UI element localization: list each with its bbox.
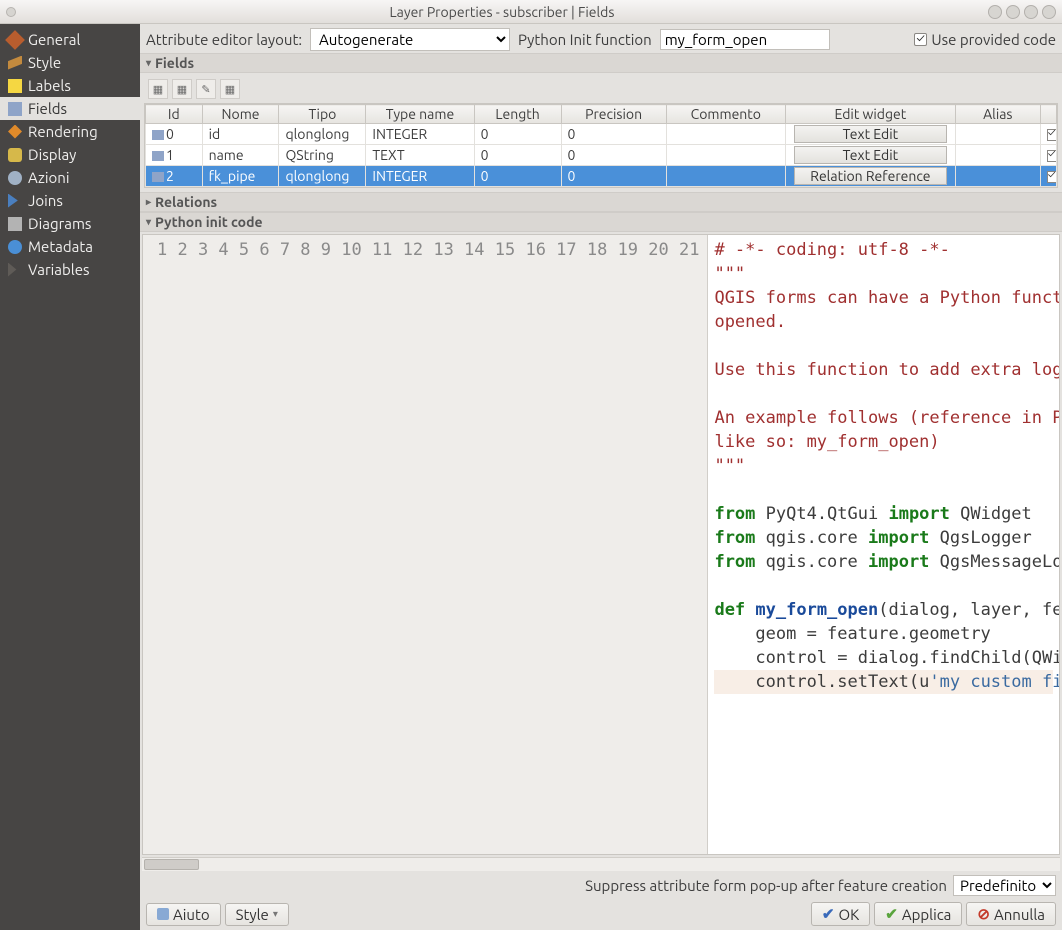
- edit-widget-button[interactable]: Text Edit: [794, 146, 947, 164]
- use-provided-code-label: Use provided code: [931, 31, 1056, 48]
- style-icon: [8, 56, 22, 70]
- diagrams-icon: [8, 217, 22, 231]
- sidebar-item-variables[interactable]: Variables: [0, 258, 140, 281]
- azioni-icon: [8, 171, 22, 185]
- apply-button[interactable]: ✔Applica: [874, 902, 962, 926]
- section-fields-header[interactable]: ▾ Fields: [140, 53, 1062, 73]
- help-window-button[interactable]: [988, 5, 1002, 19]
- sidebar-item-labels[interactable]: Labels: [0, 74, 140, 97]
- table-row-icon: [152, 151, 164, 161]
- attr-layout-select[interactable]: Autogenerate: [310, 28, 510, 51]
- sidebar-item-azioni[interactable]: Azioni: [0, 166, 140, 189]
- sidebar: General Style Labels Fields Rendering Di…: [0, 24, 140, 930]
- table-row-icon: [152, 130, 164, 140]
- cancel-icon: ⊘: [977, 905, 990, 923]
- sidebar-item-general[interactable]: General: [0, 28, 140, 51]
- code-editor[interactable]: # -*- coding: utf-8 -*- """ QGIS forms c…: [708, 235, 1059, 854]
- sidebar-item-diagrams[interactable]: Diagrams: [0, 212, 140, 235]
- col-tipo[interactable]: Tipo: [279, 105, 366, 124]
- row-visible-checkbox[interactable]: [1047, 129, 1057, 141]
- scrollbar-thumb[interactable]: [144, 859, 199, 870]
- table-row-icon: [152, 172, 164, 182]
- dialog-button-bar: Aiuto Style▾ ✔OK ✔Applica ⊘Annulla: [140, 898, 1062, 930]
- section-relations-header[interactable]: ▸ Relations: [140, 192, 1062, 212]
- table-row[interactable]: 0idqlonglongINTEGER00Text Edit: [146, 124, 1057, 145]
- col-id[interactable]: Id: [146, 105, 203, 124]
- window-titlebar: Layer Properties - subscriber | Fields: [0, 0, 1062, 24]
- labels-icon: [8, 79, 22, 93]
- fields-icon: [8, 102, 22, 116]
- top-controls: Attribute editor layout: Autogenerate Py…: [140, 24, 1062, 53]
- sidebar-item-metadata[interactable]: Metadata: [0, 235, 140, 258]
- delete-field-button[interactable]: ▦: [172, 79, 192, 99]
- style-menu-button[interactable]: Style▾: [225, 903, 289, 926]
- fields-panel: ▦ ▦ ✎ ▦ Id Nome Tipo Type name: [140, 73, 1062, 192]
- edit-field-button[interactable]: ✎: [196, 79, 216, 99]
- collapse-icon: ▾: [146, 216, 151, 228]
- table-header-row: Id Nome Tipo Type name Length Precision …: [146, 105, 1057, 124]
- col-check: [1040, 105, 1056, 124]
- col-nome[interactable]: Nome: [202, 105, 279, 124]
- col-length[interactable]: Length: [474, 105, 561, 124]
- col-editwidget[interactable]: Edit widget: [785, 105, 955, 124]
- suppress-select[interactable]: Predefinito: [953, 875, 1056, 896]
- suppress-label: Suppress attribute form pop-up after fea…: [585, 877, 947, 894]
- cancel-button[interactable]: ⊘Annulla: [966, 902, 1056, 926]
- sidebar-item-rendering[interactable]: Rendering: [0, 120, 140, 143]
- edit-widget-button[interactable]: Text Edit: [794, 125, 947, 143]
- fields-table[interactable]: Id Nome Tipo Type name Length Precision …: [144, 103, 1058, 188]
- row-visible-checkbox[interactable]: [1047, 150, 1057, 162]
- help-button[interactable]: Aiuto: [146, 903, 221, 926]
- python-init-label: Python Init function: [518, 31, 652, 48]
- window-title: Layer Properties - subscriber | Fields: [20, 4, 984, 20]
- chevron-down-icon: ▾: [273, 908, 278, 920]
- add-field-button[interactable]: ▦: [148, 79, 168, 99]
- attr-layout-label: Attribute editor layout:: [146, 31, 302, 48]
- variables-icon: [8, 263, 22, 277]
- minimize-window-button[interactable]: [1006, 5, 1020, 19]
- sidebar-item-fields[interactable]: Fields: [0, 97, 140, 120]
- general-icon: [5, 30, 25, 50]
- maximize-window-button[interactable]: [1024, 5, 1038, 19]
- calc-field-button[interactable]: ▦: [220, 79, 240, 99]
- ok-button[interactable]: ✔OK: [811, 902, 870, 926]
- display-icon: [8, 148, 22, 162]
- metadata-icon: [8, 240, 22, 254]
- table-row[interactable]: 2fk_pipeqlonglongINTEGER00Relation Refer…: [146, 166, 1057, 187]
- help-icon: [157, 908, 169, 920]
- python-init-input[interactable]: [660, 29, 830, 50]
- col-precision[interactable]: Precision: [561, 105, 666, 124]
- use-provided-code-checkbox[interactable]: ✓: [914, 33, 927, 46]
- edit-widget-button[interactable]: Relation Reference: [794, 167, 947, 185]
- sidebar-item-joins[interactable]: Joins: [0, 189, 140, 212]
- expand-icon: ▸: [146, 196, 151, 208]
- sidebar-item-display[interactable]: Display: [0, 143, 140, 166]
- col-alias[interactable]: Alias: [955, 105, 1040, 124]
- code-hscrollbar[interactable]: [142, 857, 1060, 871]
- collapse-icon: ▾: [146, 57, 151, 69]
- ok-icon: ✔: [822, 905, 835, 923]
- rendering-icon: [8, 125, 22, 139]
- close-window-button[interactable]: [1042, 5, 1056, 19]
- window-menu-icon[interactable]: [6, 7, 16, 17]
- code-gutter: 1 2 3 4 5 6 7 8 9 10 11 12 13 14 15 16 1…: [143, 235, 708, 854]
- sidebar-item-style[interactable]: Style: [0, 51, 140, 74]
- col-typename[interactable]: Type name: [366, 105, 474, 124]
- col-commento[interactable]: Commento: [666, 105, 785, 124]
- section-python-header[interactable]: ▾ Python init code: [140, 212, 1062, 232]
- table-row[interactable]: 1nameQStringTEXT00Text Edit: [146, 145, 1057, 166]
- python-code-panel: 1 2 3 4 5 6 7 8 9 10 11 12 13 14 15 16 1…: [140, 232, 1062, 873]
- joins-icon: [8, 194, 22, 208]
- apply-icon: ✔: [885, 905, 898, 923]
- row-visible-checkbox[interactable]: [1047, 171, 1057, 183]
